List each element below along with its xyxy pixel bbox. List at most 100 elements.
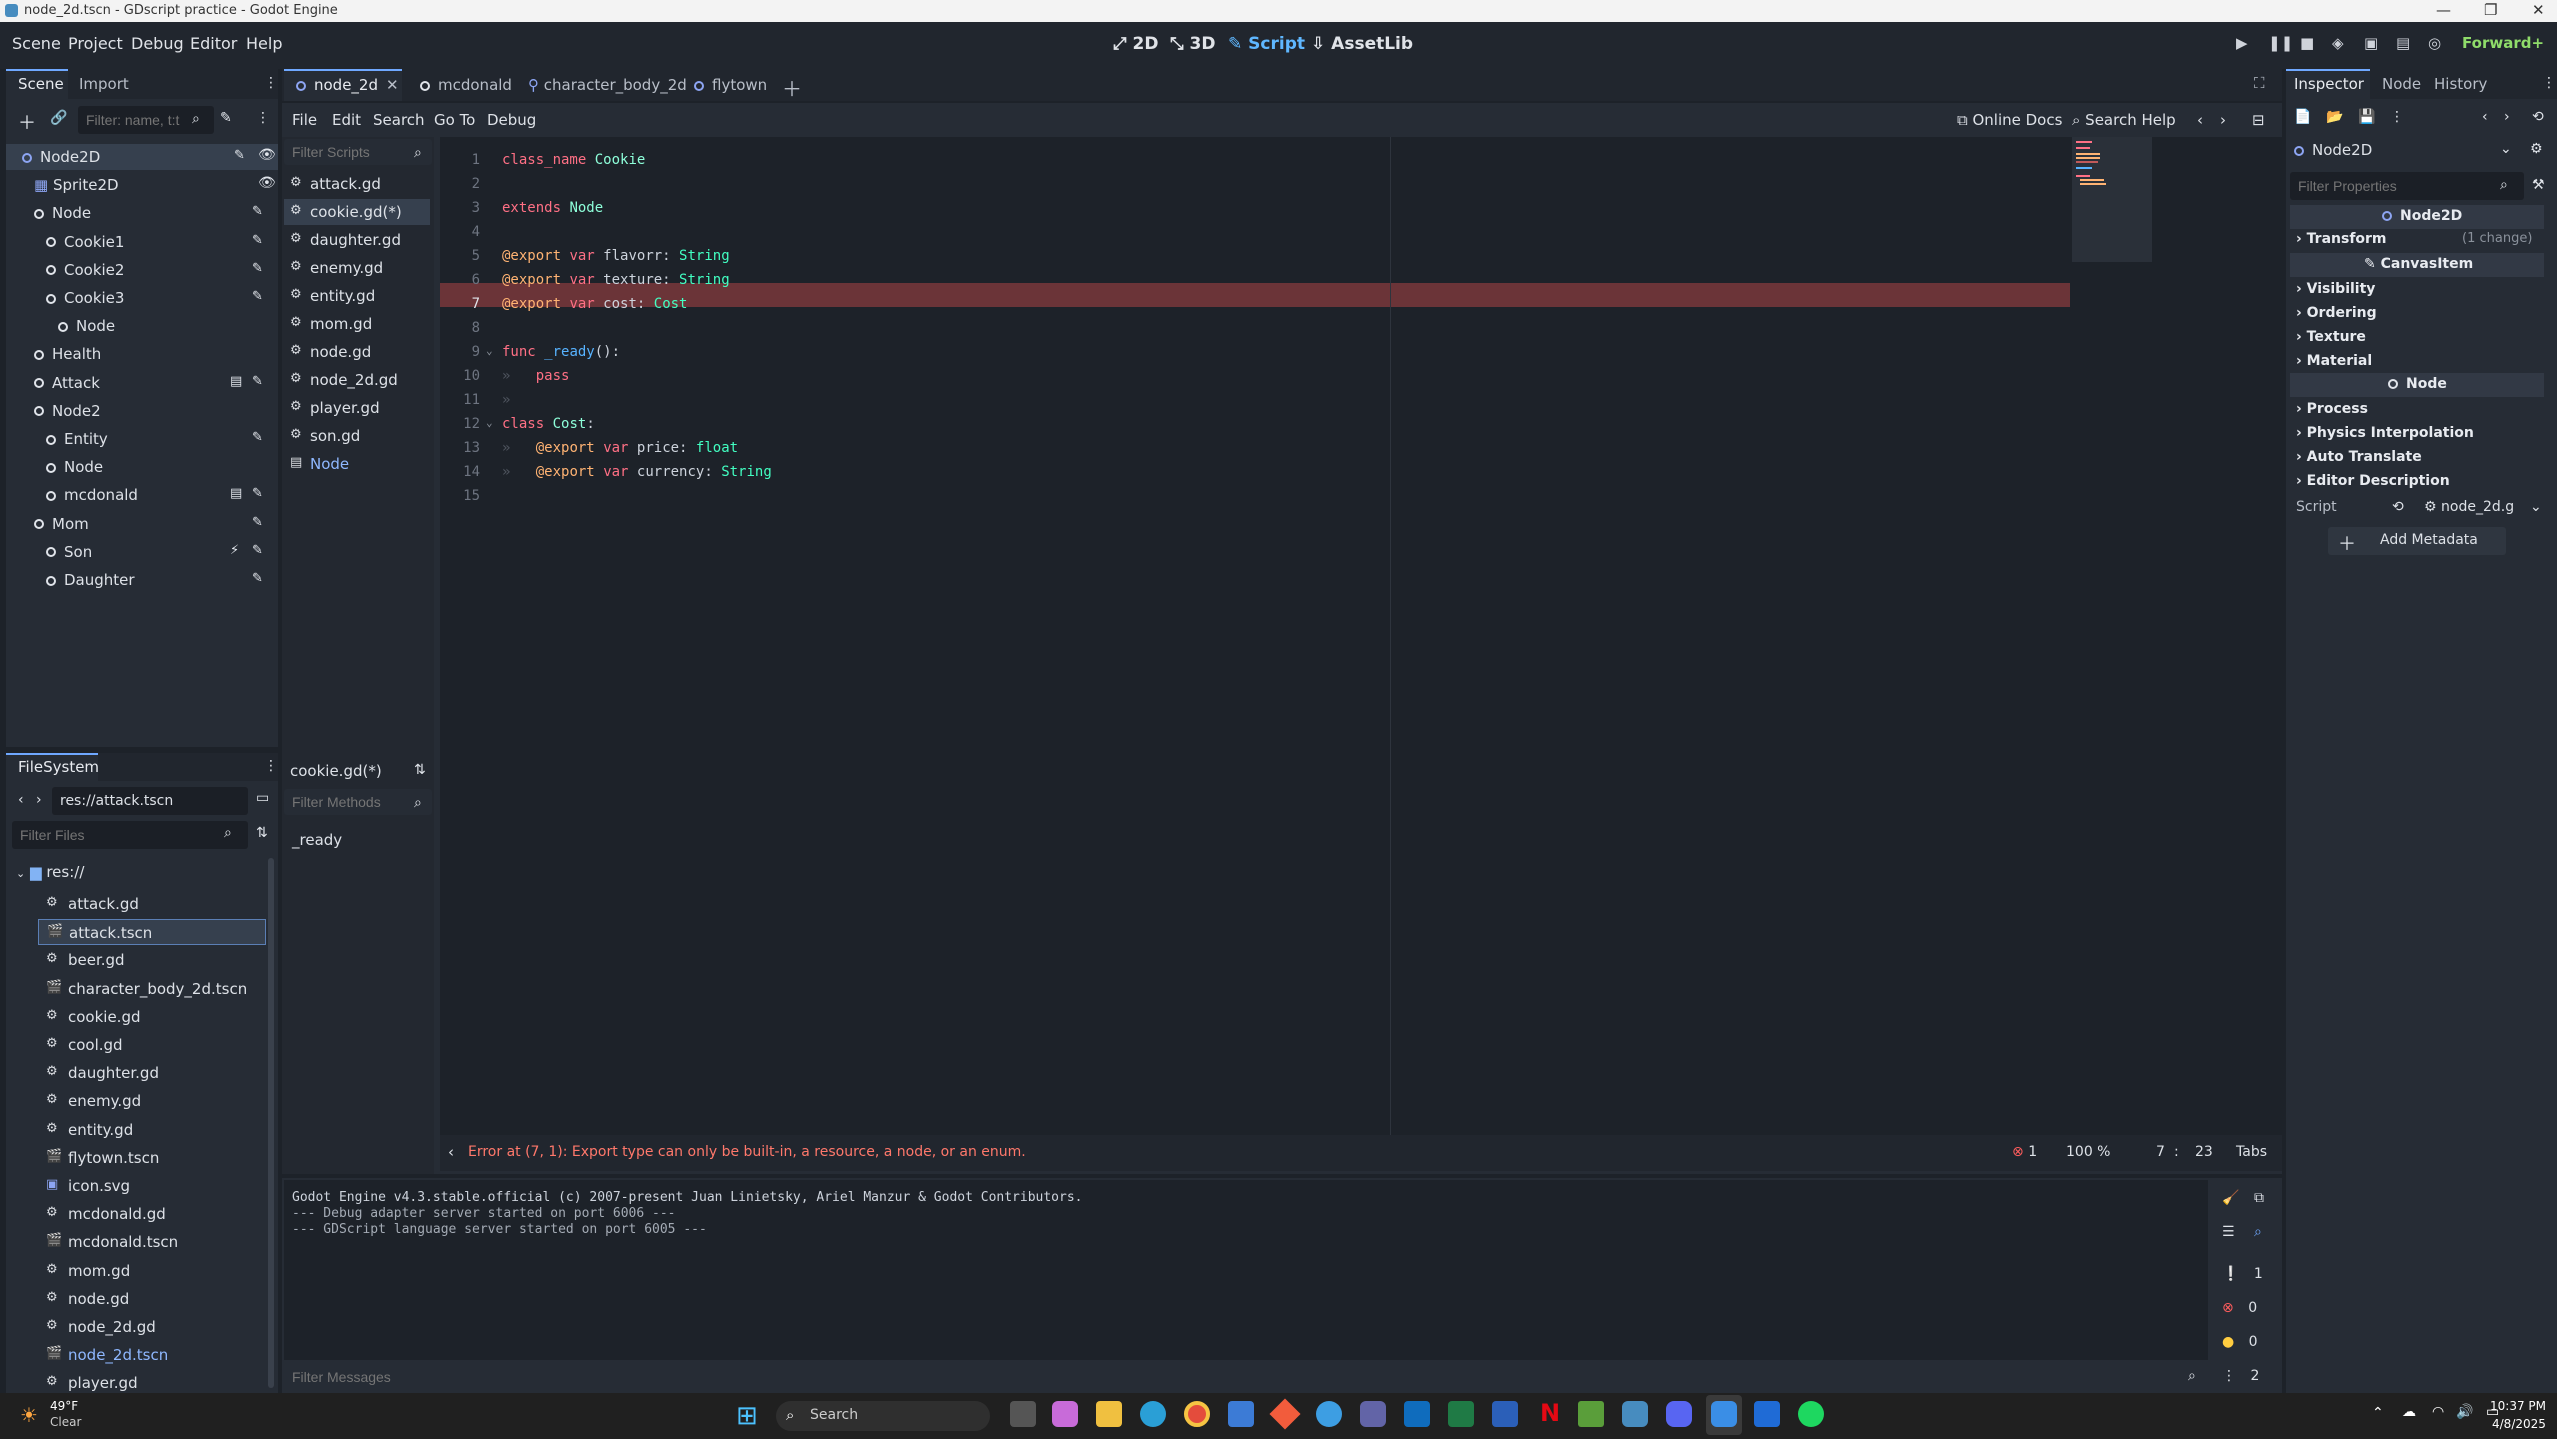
fs-file-item[interactable]: ⚙ node.gd [38, 1286, 266, 1312]
copilot-icon[interactable] [1052, 1401, 1078, 1427]
script-menu-goto[interactable]: Go To [434, 111, 475, 129]
netflix-icon[interactable]: N [1540, 1399, 1560, 1427]
play-icon[interactable]: ▶ [2236, 34, 2248, 52]
scene-tree-node[interactable]: Cookie3 ✎ [6, 285, 278, 311]
add-metadata-button[interactable]: ＋ Add Metadata [2328, 527, 2506, 555]
script-list-item[interactable]: ⚙ node.gd [284, 339, 430, 365]
task-view-icon[interactable] [1010, 1401, 1036, 1427]
scene-tree-node[interactable]: Health [6, 341, 278, 367]
scene-tree-node[interactable]: Node ✎ [6, 200, 278, 226]
script-menu-search[interactable]: Search [373, 111, 425, 129]
errors-toggle[interactable]: ⊗ 0 [2222, 1300, 2257, 1316]
script-list-item[interactable]: ⚙ cookie.gd(*) [284, 199, 430, 225]
fs-file-item[interactable]: ⚙ cookie.gd [38, 1004, 266, 1030]
nav-forward-icon[interactable]: › [36, 792, 42, 808]
scene-tree-node[interactable]: Node2D ✎ 👁 [6, 144, 278, 170]
wifi-icon[interactable]: ◠ [2432, 1404, 2444, 1420]
object-history-icon[interactable]: ⟲ [2532, 109, 2544, 125]
script-dropdown-icon[interactable]: ⌄ [2530, 499, 2542, 515]
close-icon[interactable]: ✕ [2532, 1, 2545, 19]
tab-filesystem[interactable]: FileSystem [18, 758, 99, 776]
filter-messages-input[interactable] [284, 1363, 2208, 1391]
toggle-files-panel-icon[interactable]: ⊟ [2252, 111, 2265, 129]
script-list-item[interactable]: ⚙ attack.gd [284, 171, 430, 197]
inspector-section[interactable]: › Visibility [2296, 281, 2375, 297]
script-list-item[interactable]: ▤ Node [284, 451, 430, 477]
inspector-section[interactable]: › Auto Translate [2296, 449, 2422, 465]
scene-tree-node[interactable]: ▦ Sprite2D 👁 [6, 172, 278, 198]
prev-object-icon[interactable]: ‹ [2482, 109, 2488, 125]
filter-scripts-input[interactable] [284, 139, 432, 165]
property-options-icon[interactable]: ⚒ [2532, 177, 2545, 193]
toggle-split-icon[interactable]: ▭ [256, 790, 269, 806]
online-docs-button[interactable]: ⧉ Online Docs [1957, 111, 2062, 129]
scene-tree-node[interactable]: Cookie1 ✎ [6, 229, 278, 255]
search-help-button[interactable]: ⌕ Search Help [2072, 111, 2176, 129]
file-explorer-icon[interactable] [1096, 1401, 1122, 1427]
renderer-select[interactable]: Forward+ [2462, 34, 2544, 52]
tab-import[interactable]: Import [79, 75, 129, 93]
toggle-scripts-panel-icon[interactable]: ‹ [448, 1143, 454, 1161]
script-property-value[interactable]: ⚙ node_2d.g [2424, 499, 2514, 515]
fs-scrollbar[interactable] [268, 858, 274, 1388]
inspector-section[interactable]: › Physics Interpolation [2296, 425, 2474, 441]
tab-scene[interactable]: Scene [18, 75, 64, 93]
teams-icon[interactable] [1360, 1401, 1386, 1427]
script-icon[interactable]: ✎ [252, 233, 263, 248]
godot-taskbar-icon[interactable] [1622, 1401, 1648, 1427]
visibility-icon[interactable]: 👁 [258, 147, 276, 163]
script-icon[interactable]: ✎ [252, 571, 263, 586]
code-editor[interactable]: 1 2 3 4 5 6 7 8 9 10 11 12 13 14 15 class_name Cookie … [440, 137, 2282, 1135]
fs-sort-icon[interactable]: ⇅ [256, 825, 268, 841]
script-icon[interactable]: ✎ [252, 289, 263, 304]
distraction-free-icon[interactable]: ⛶ [2254, 74, 2265, 92]
clear-log-icon[interactable]: 🧹 [2222, 1190, 2239, 1206]
excel-icon[interactable] [1448, 1401, 1474, 1427]
edge-icon[interactable] [1140, 1401, 1166, 1427]
fs-file-item[interactable]: ⚙ cool.gd [38, 1032, 266, 1058]
error-count[interactable]: ⊗ 1 [2012, 1144, 2037, 1160]
scene-menu-icon[interactable]: ⋮ [256, 110, 270, 126]
script-list-item[interactable]: ⚙ player.gd [284, 395, 430, 421]
script-icon[interactable]: ✎ [252, 430, 263, 445]
script-list-item[interactable]: ⚙ daughter.gd [284, 227, 430, 253]
minecraft-icon[interactable] [1578, 1401, 1604, 1427]
editor-messages-toggle[interactable]: ⋮ 2 [2222, 1368, 2259, 1384]
link-icon[interactable]: 🔗 [50, 110, 67, 126]
fold-class-icon[interactable]: ⌄ [486, 416, 493, 429]
node-info-icon[interactable]: ⚙ [2530, 141, 2543, 157]
fs-file-item[interactable]: ⚙ mom.gd [38, 1258, 266, 1284]
store-icon[interactable] [1228, 1401, 1254, 1427]
script-icon[interactable]: ✎ [252, 486, 263, 501]
show-hidden-icons[interactable]: ⌃ [2372, 1405, 2384, 1421]
scene-tree-node[interactable]: Attack ✎ ▤ [6, 370, 278, 396]
error-message[interactable]: Error at (7, 1): Export type can only be… [468, 1144, 1026, 1160]
inspector-section[interactable]: › Ordering [2296, 305, 2377, 321]
scene-tree-node[interactable]: mcdonald ✎ ▤ [6, 482, 278, 508]
warnings-toggle[interactable]: ● 0 [2222, 1334, 2258, 1350]
history-forward-icon[interactable]: › [2220, 111, 2226, 129]
pause-icon[interactable]: ❚❚ [2268, 34, 2293, 52]
script-menu-edit[interactable]: Edit [332, 111, 361, 129]
filter-properties-input[interactable] [2290, 172, 2524, 200]
script-menu-debug[interactable]: Debug [487, 111, 536, 129]
spotify-icon[interactable] [1798, 1401, 1824, 1427]
script-menu-file[interactable]: File [292, 111, 317, 129]
scene-tree-node[interactable]: Node [6, 313, 278, 339]
taskbar-search-box[interactable]: ⌕ Search [776, 1401, 990, 1431]
onedrive-icon[interactable]: ☁ [2402, 1404, 2416, 1420]
menu-project[interactable]: Project [68, 34, 123, 53]
sort-methods-icon[interactable]: ⇅ [414, 762, 426, 778]
dock-menu-icon[interactable]: ⋮ [264, 75, 278, 91]
messages-toggle[interactable]: ❕ 1 [2222, 1266, 2263, 1282]
fs-file-item[interactable]: 🎬 attack.tscn [38, 919, 266, 946]
inspector-section[interactable]: › Editor Description [2296, 473, 2450, 489]
add-tab-icon[interactable]: ＋ [782, 73, 802, 102]
discord-icon[interactable] [1666, 1401, 1692, 1427]
tab-node[interactable]: Node [2382, 75, 2421, 93]
stop-icon[interactable]: ■ [2300, 34, 2314, 52]
fs-file-item[interactable]: ⚙ enemy.gd [38, 1088, 266, 1114]
inspected-node-selector[interactable]: Node2D [2294, 141, 2372, 159]
volume-icon[interactable]: 🔊 [2456, 1404, 2473, 1420]
scene-tree-node[interactable]: Daughter ✎ [6, 567, 278, 593]
